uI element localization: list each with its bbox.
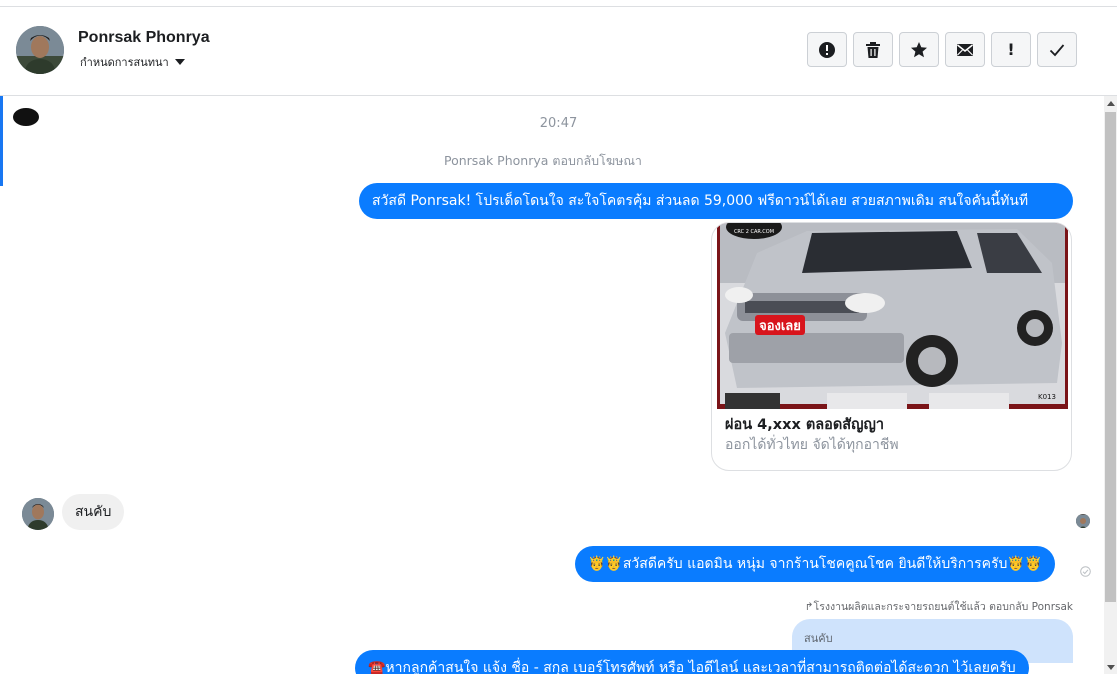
mark-unread-button[interactable]	[945, 32, 985, 67]
contact-avatar-small[interactable]	[22, 498, 54, 530]
conversation-header: Ponrsak Phonrya กำหนดการสนทนา !	[0, 7, 1117, 96]
caret-down-icon	[174, 59, 185, 65]
scroll-up-arrow-icon[interactable]	[1107, 101, 1115, 106]
incoming-message[interactable]: สนคับ	[62, 494, 125, 530]
card-image-badge: จองเลย	[759, 319, 801, 334]
quoted-reply-text: สนคับ	[804, 632, 833, 645]
thread-scrollbar[interactable]	[1104, 96, 1117, 674]
ad-reply-notice: Ponrsak Phonrya ตอบกลับโฆษณา	[444, 153, 642, 168]
mark-spam-button[interactable]	[807, 32, 847, 67]
sent-check-icon	[1080, 566, 1091, 577]
outgoing-message-contact-request[interactable]: ☎️หากลูกค้าสนใจ แจ้ง ชื่อ - สกุล เบอร์โท…	[355, 650, 1029, 674]
seen-avatar	[1076, 514, 1090, 528]
star-icon	[911, 41, 927, 57]
exclamation-icon: !	[1007, 40, 1015, 59]
outgoing-message-greeting[interactable]: 🤴🤴สวัสดีครับ แอดมิน หนุ่ม จากร้านโชคคูณโ…	[575, 546, 1056, 582]
delete-button[interactable]	[853, 32, 893, 67]
thread-indicator-bar	[0, 96, 3, 186]
card-image-logo: CRC 2 CAR.COM	[734, 229, 774, 235]
ad-card[interactable]: จองเลย CRC 2 CAR.COM K013 ผ่อน 4,xxx ตลอ…	[711, 222, 1072, 471]
trash-icon	[866, 41, 880, 58]
scrollbar-thumb[interactable]	[1105, 112, 1116, 602]
contact-avatar[interactable]	[16, 26, 64, 74]
checkmark-icon	[1049, 43, 1065, 56]
conversation-status-dropdown[interactable]: กำหนดการสนทนา	[80, 53, 185, 71]
conversation-status-label: กำหนดการสนทนา	[80, 56, 169, 69]
contact-name: Ponrsak Phonrya	[78, 29, 210, 46]
follow-up-button[interactable]: !	[991, 32, 1031, 67]
message-thread[interactable]: 20:47 Ponrsak Phonrya ตอบกลับโฆษณา สวัสด…	[0, 96, 1104, 674]
star-button[interactable]	[899, 32, 939, 67]
message-timestamp: 20:47	[539, 116, 578, 131]
scroll-down-arrow-icon[interactable]	[1107, 665, 1115, 670]
card-subtitle: ออกได้ทั่วไทย จัดได้ทุกอาชีพ	[725, 437, 899, 453]
card-image-code: K013	[1038, 393, 1056, 401]
card-title: ผ่อน 4,xxx ตลอดสัญญา	[725, 417, 884, 433]
outgoing-message[interactable]: สวัสดี Ponrsak! โปรเด็ดโดนใจ สะใจโคตรคุ้…	[359, 183, 1073, 219]
car-image[interactable]: จองเลย CRC 2 CAR.COM K013	[717, 223, 1068, 409]
action-toolbar: !	[807, 32, 1077, 67]
mark-done-button[interactable]	[1037, 32, 1077, 67]
reply-context-note: ↱โรงงานผลิตและกระจายรถยนต์ใช้แล้ว ตอบกลั…	[804, 601, 1073, 613]
envelope-icon	[957, 43, 973, 56]
alert-circle-icon	[819, 41, 835, 58]
